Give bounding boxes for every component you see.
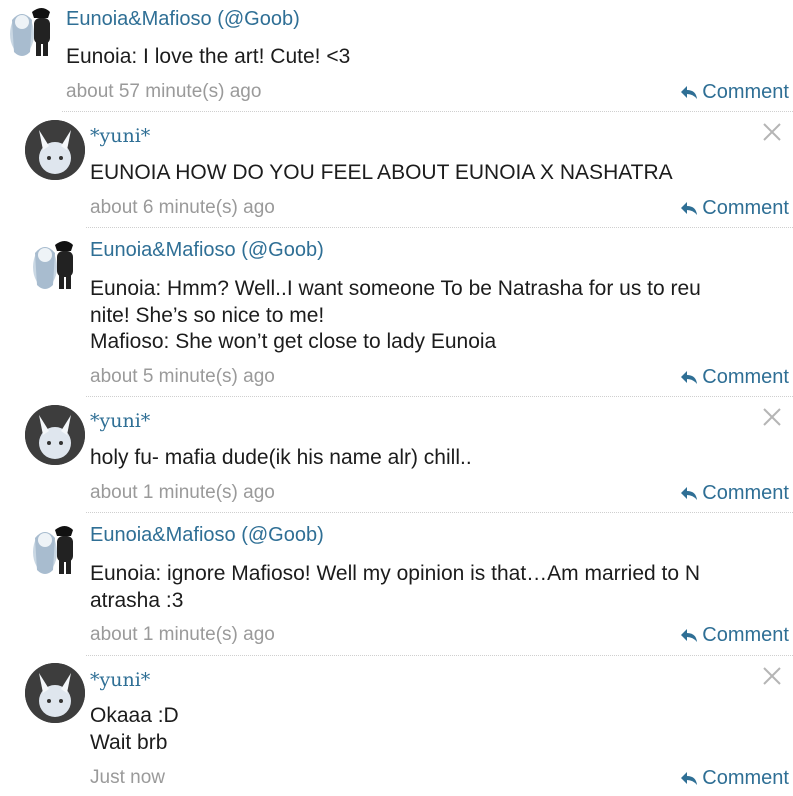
comment-button[interactable]: Comment xyxy=(680,196,789,220)
comment-timestamp: about 57 minute(s) ago xyxy=(66,81,262,102)
comment-text: Eunoia: Hmm? Well..I want someone To be … xyxy=(90,277,701,353)
divider xyxy=(86,655,793,656)
avatar[interactable] xyxy=(25,120,85,180)
comment-author[interactable]: Eunoia&Mafioso (@Goob) xyxy=(90,523,324,547)
comment-button[interactable]: Comment xyxy=(680,80,789,104)
comment-button[interactable]: Comment xyxy=(680,481,789,505)
divider xyxy=(86,512,793,513)
comment-button-label: Comment xyxy=(702,482,789,504)
reply-arrow-icon xyxy=(681,629,698,642)
comment-button[interactable]: Comment xyxy=(680,623,789,647)
comment-author[interactable]: Eunoia&Mafioso (@Goob) xyxy=(66,7,300,31)
close-icon[interactable] xyxy=(761,665,783,687)
comment-author[interactable]: Eunoia&Mafioso (@Goob) xyxy=(90,238,324,262)
comment-timestamp: Just now xyxy=(90,767,165,788)
divider xyxy=(86,396,793,397)
avatar[interactable] xyxy=(2,2,62,62)
comment-text: holy fu- mafia dude(ik his name alr) chi… xyxy=(90,446,472,469)
comment-timestamp: about 1 minute(s) ago xyxy=(90,624,275,645)
avatar[interactable] xyxy=(25,235,85,295)
comment-button-label: Comment xyxy=(702,624,789,646)
comment-button[interactable]: Comment xyxy=(680,365,789,389)
comment-timestamp: about 5 minute(s) ago xyxy=(90,366,275,387)
comment-text: Eunoia: ignore Mafioso! Well my opinion … xyxy=(90,562,701,612)
comment-button-label: Comment xyxy=(702,197,789,219)
comment-button[interactable]: Comment xyxy=(680,766,789,790)
comment-author[interactable]: *yuni* xyxy=(90,124,150,148)
reply-arrow-icon xyxy=(681,487,698,500)
comment-author[interactable]: *yuni* xyxy=(90,409,150,433)
comment-author[interactable]: *yuni* xyxy=(90,668,150,692)
comment-text: Eunoia: I love the art! Cute! <3 xyxy=(66,45,351,68)
avatar[interactable] xyxy=(25,405,85,465)
close-icon[interactable] xyxy=(761,121,783,143)
avatar[interactable] xyxy=(25,520,85,580)
comment-text: EUNOIA HOW DO YOU FEEL ABOUT EUNOIA X NA… xyxy=(90,161,673,184)
comment-button-label: Comment xyxy=(702,366,789,388)
reply-arrow-icon xyxy=(681,371,698,384)
comment-timestamp: about 1 minute(s) ago xyxy=(90,482,275,503)
divider xyxy=(86,227,793,228)
divider xyxy=(62,111,793,112)
close-icon[interactable] xyxy=(761,406,783,428)
comment-button-label: Comment xyxy=(702,81,789,103)
reply-arrow-icon xyxy=(681,772,698,785)
reply-arrow-icon xyxy=(681,86,698,99)
avatar[interactable] xyxy=(25,663,85,723)
comment-text: Okaaa :D Wait brb xyxy=(90,704,179,754)
reply-arrow-icon xyxy=(681,202,698,215)
comment-button-label: Comment xyxy=(702,767,789,789)
comment-timestamp: about 6 minute(s) ago xyxy=(90,197,275,218)
